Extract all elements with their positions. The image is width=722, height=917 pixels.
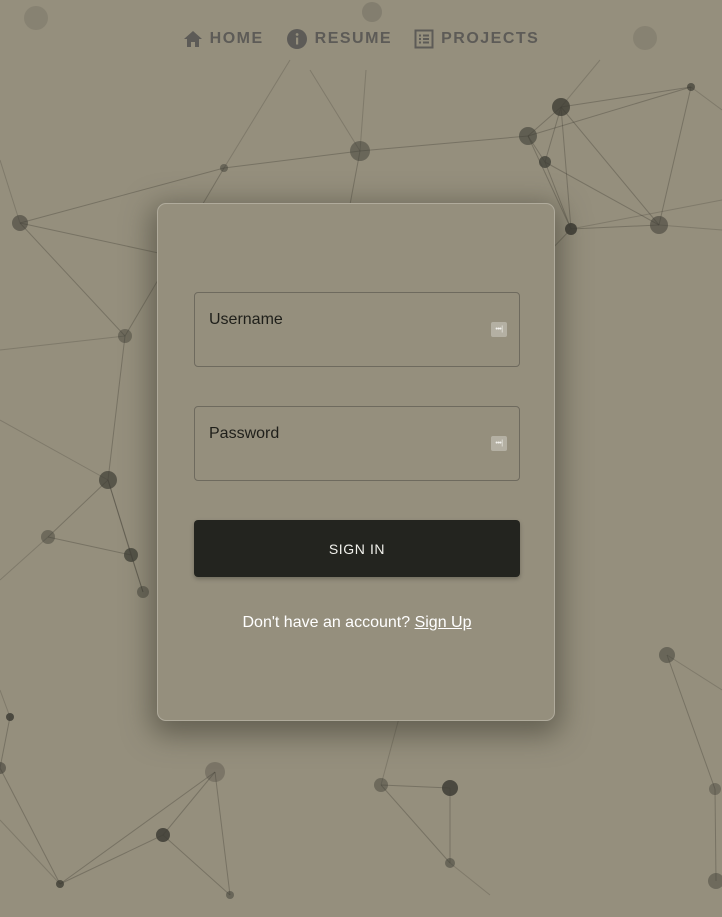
network-link xyxy=(0,335,126,351)
password-field[interactable]: Password •••| xyxy=(194,406,520,481)
network-node xyxy=(552,98,570,116)
network-node xyxy=(374,778,388,792)
network-link xyxy=(380,784,451,864)
network-link xyxy=(560,106,660,226)
list-icon xyxy=(414,29,434,49)
network-link xyxy=(59,834,164,885)
network-node xyxy=(445,858,455,868)
password-manager-icon[interactable]: •••| xyxy=(491,436,507,451)
network-link xyxy=(0,159,21,224)
network-node xyxy=(12,215,28,231)
network-link xyxy=(449,862,491,896)
network-link xyxy=(0,767,61,885)
network-node xyxy=(226,891,234,899)
network-node xyxy=(6,713,14,721)
network-node xyxy=(56,880,64,888)
signup-prompt: Don't have an account? xyxy=(242,614,411,631)
nav-home[interactable]: HOME xyxy=(183,28,264,50)
network-link xyxy=(309,69,361,152)
password-input[interactable] xyxy=(195,407,519,480)
network-link xyxy=(570,224,660,230)
network-link xyxy=(223,150,361,169)
network-link xyxy=(658,86,692,226)
username-field[interactable]: Username •••| xyxy=(194,292,520,367)
network-node xyxy=(708,873,722,889)
network-node xyxy=(519,127,537,145)
network-node xyxy=(0,762,6,774)
sign-in-button[interactable]: SIGN IN xyxy=(194,520,520,577)
nav-home-label: HOME xyxy=(209,30,264,47)
network-link xyxy=(359,69,367,152)
network-node xyxy=(24,6,48,30)
network-link xyxy=(666,654,716,790)
nav-resume-label: RESUME xyxy=(314,30,393,47)
nav-resume[interactable]: RESUME xyxy=(286,28,392,50)
network-node xyxy=(118,329,132,343)
network-link xyxy=(214,771,231,896)
network-node xyxy=(156,828,170,842)
network-node xyxy=(362,2,382,22)
nav-projects-label: PROJECTS xyxy=(441,30,540,47)
network-node xyxy=(205,762,225,782)
network-link xyxy=(0,716,11,769)
network-link xyxy=(570,199,722,230)
signup-row: Don't have an account? Sign Up xyxy=(158,614,556,632)
login-card: Username •••| Password •••| SIGN IN Don'… xyxy=(157,203,555,721)
network-node xyxy=(565,223,577,235)
network-node xyxy=(659,647,675,663)
network-link xyxy=(0,819,61,885)
network-link xyxy=(223,59,291,169)
network-node xyxy=(687,83,695,91)
password-manager-icon[interactable]: •••| xyxy=(491,322,507,337)
network-link xyxy=(0,419,109,481)
network-link xyxy=(690,86,722,111)
network-node xyxy=(709,783,721,795)
network-node xyxy=(350,141,370,161)
network-link xyxy=(47,479,109,538)
network-node xyxy=(220,164,228,172)
network-link xyxy=(666,654,722,691)
network-node xyxy=(539,156,551,168)
username-input[interactable] xyxy=(195,293,519,366)
network-link xyxy=(107,335,126,481)
network-node xyxy=(41,530,55,544)
network-link xyxy=(19,222,126,337)
info-icon xyxy=(286,29,307,49)
network-link xyxy=(527,86,692,137)
network-link xyxy=(47,536,132,556)
network-link xyxy=(380,784,451,789)
network-node xyxy=(442,780,458,796)
network-link xyxy=(560,59,601,108)
network-link xyxy=(658,224,722,231)
nav-projects[interactable]: PROJECTS xyxy=(414,28,539,50)
network-node xyxy=(650,216,668,234)
network-node xyxy=(99,471,117,489)
network-link xyxy=(560,86,692,108)
home-icon xyxy=(183,31,202,47)
network-link xyxy=(0,689,11,718)
network-node xyxy=(124,548,138,562)
network-link xyxy=(162,834,231,896)
network-link xyxy=(0,536,49,581)
network-node xyxy=(137,586,149,598)
network-link xyxy=(359,135,529,152)
sign-up-link[interactable]: Sign Up xyxy=(415,614,472,631)
top-nav: HOME RESUME PROJECTS xyxy=(0,28,722,50)
network-link xyxy=(59,771,216,885)
network-link xyxy=(714,788,717,882)
network-link xyxy=(107,479,144,593)
